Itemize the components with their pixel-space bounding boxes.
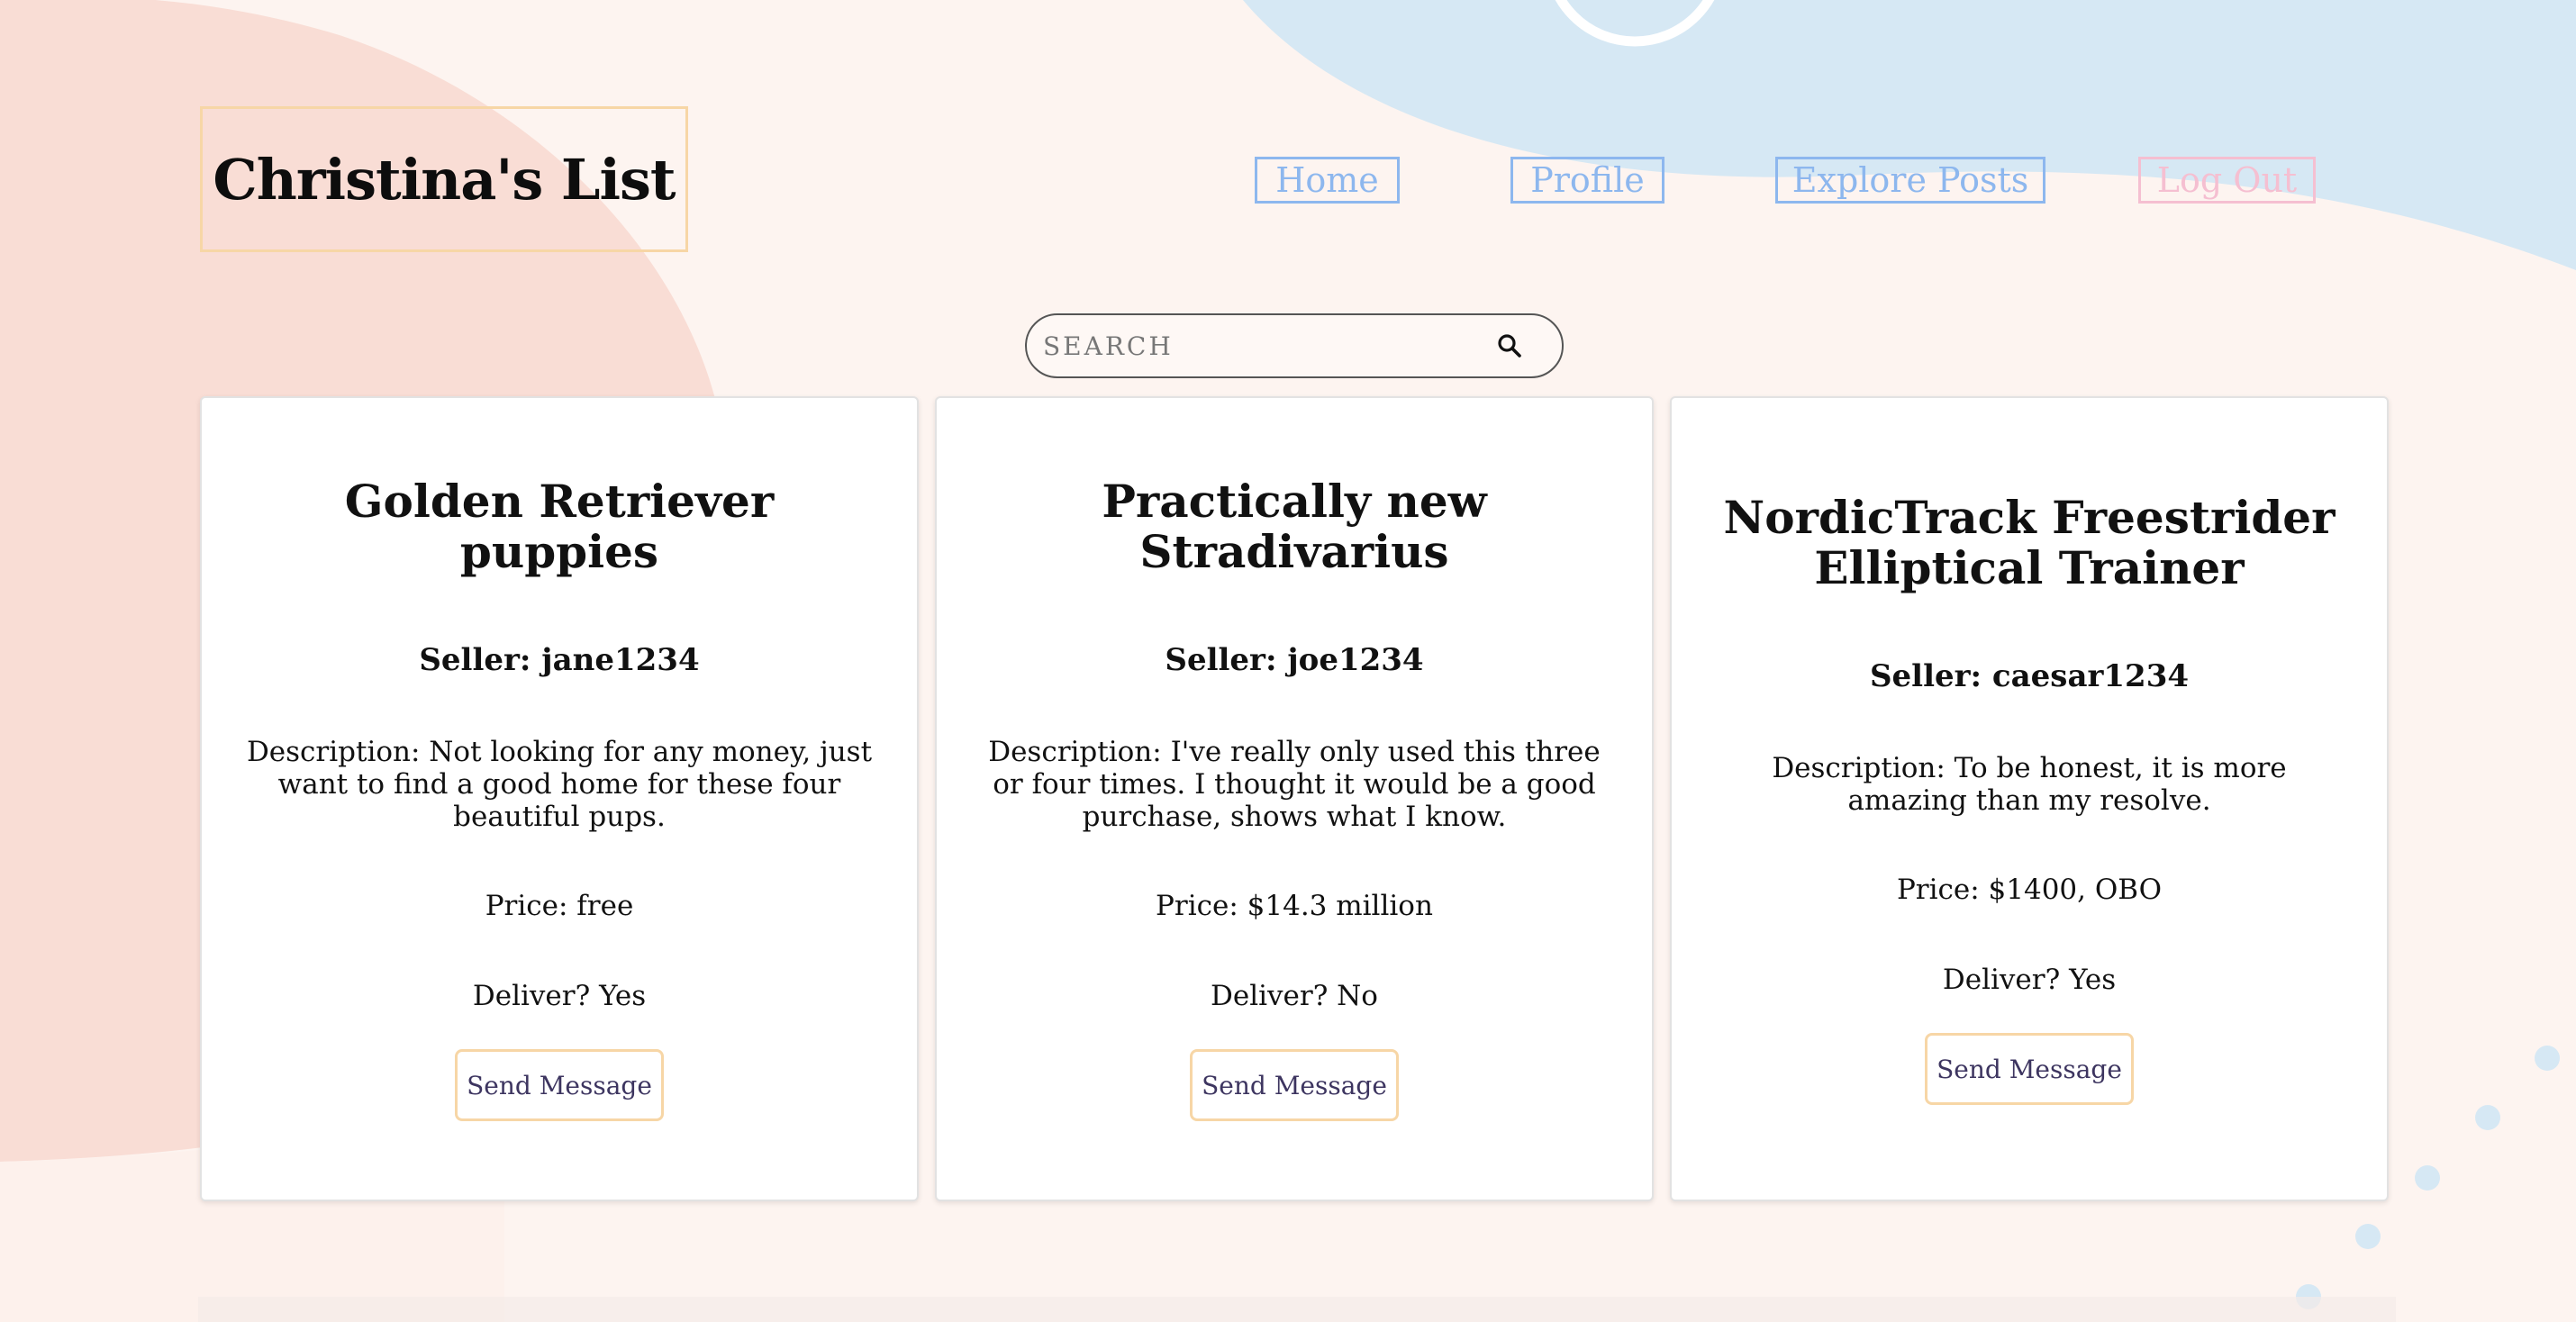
post-title: NordicTrack Freestrider Elliptical Train…: [1723, 491, 2336, 594]
site-logo[interactable]: Christina's List: [200, 106, 688, 252]
post-description: Description: I've really only used this …: [988, 736, 1601, 833]
post-seller: Seller: joe1234: [1165, 642, 1424, 678]
post-price: Price: $14.3 million: [1156, 890, 1433, 922]
post-seller: Seller: jane1234: [419, 642, 700, 678]
send-message-button[interactable]: Send Message: [1925, 1033, 2134, 1105]
post-description: Description: Not looking for any money, …: [246, 736, 873, 833]
post-deliver: Deliver? Yes: [472, 980, 647, 1012]
site-title: Christina's List: [213, 146, 676, 213]
search-icon[interactable]: [1484, 321, 1535, 371]
post-card: Golden Retriever puppies Seller: jane123…: [200, 396, 919, 1201]
post-title: Golden Retriever puppies: [344, 475, 775, 578]
post-description: Description: To be honest, it is more am…: [1772, 752, 2287, 817]
send-message-button[interactable]: Send Message: [1190, 1049, 1399, 1121]
post-title: Practically new Stradivarius: [1102, 475, 1487, 578]
search-bar: [1025, 313, 1564, 378]
post-seller: Seller: caesar1234: [1869, 658, 2190, 694]
nav-explore-posts-link[interactable]: Explore Posts: [1775, 157, 2045, 204]
post-deliver: Deliver? Yes: [1942, 964, 2117, 996]
nav-logout-link[interactable]: Log Out: [2138, 157, 2316, 204]
nav-home-link[interactable]: Home: [1255, 157, 1400, 204]
send-message-button[interactable]: Send Message: [455, 1049, 664, 1121]
post-price: Price: free: [485, 890, 634, 922]
post-list: Golden Retriever puppies Seller: jane123…: [200, 396, 2390, 1201]
post-price: Price: $1400, OBO: [1896, 874, 2163, 906]
nav-profile-link[interactable]: Profile: [1510, 157, 1664, 204]
post-card: NordicTrack Freestrider Elliptical Train…: [1670, 396, 2389, 1201]
search-input[interactable]: [1027, 318, 1484, 374]
post-card: Practically new Stradivarius Seller: joe…: [935, 396, 1654, 1201]
post-deliver: Deliver? No: [1211, 980, 1378, 1012]
